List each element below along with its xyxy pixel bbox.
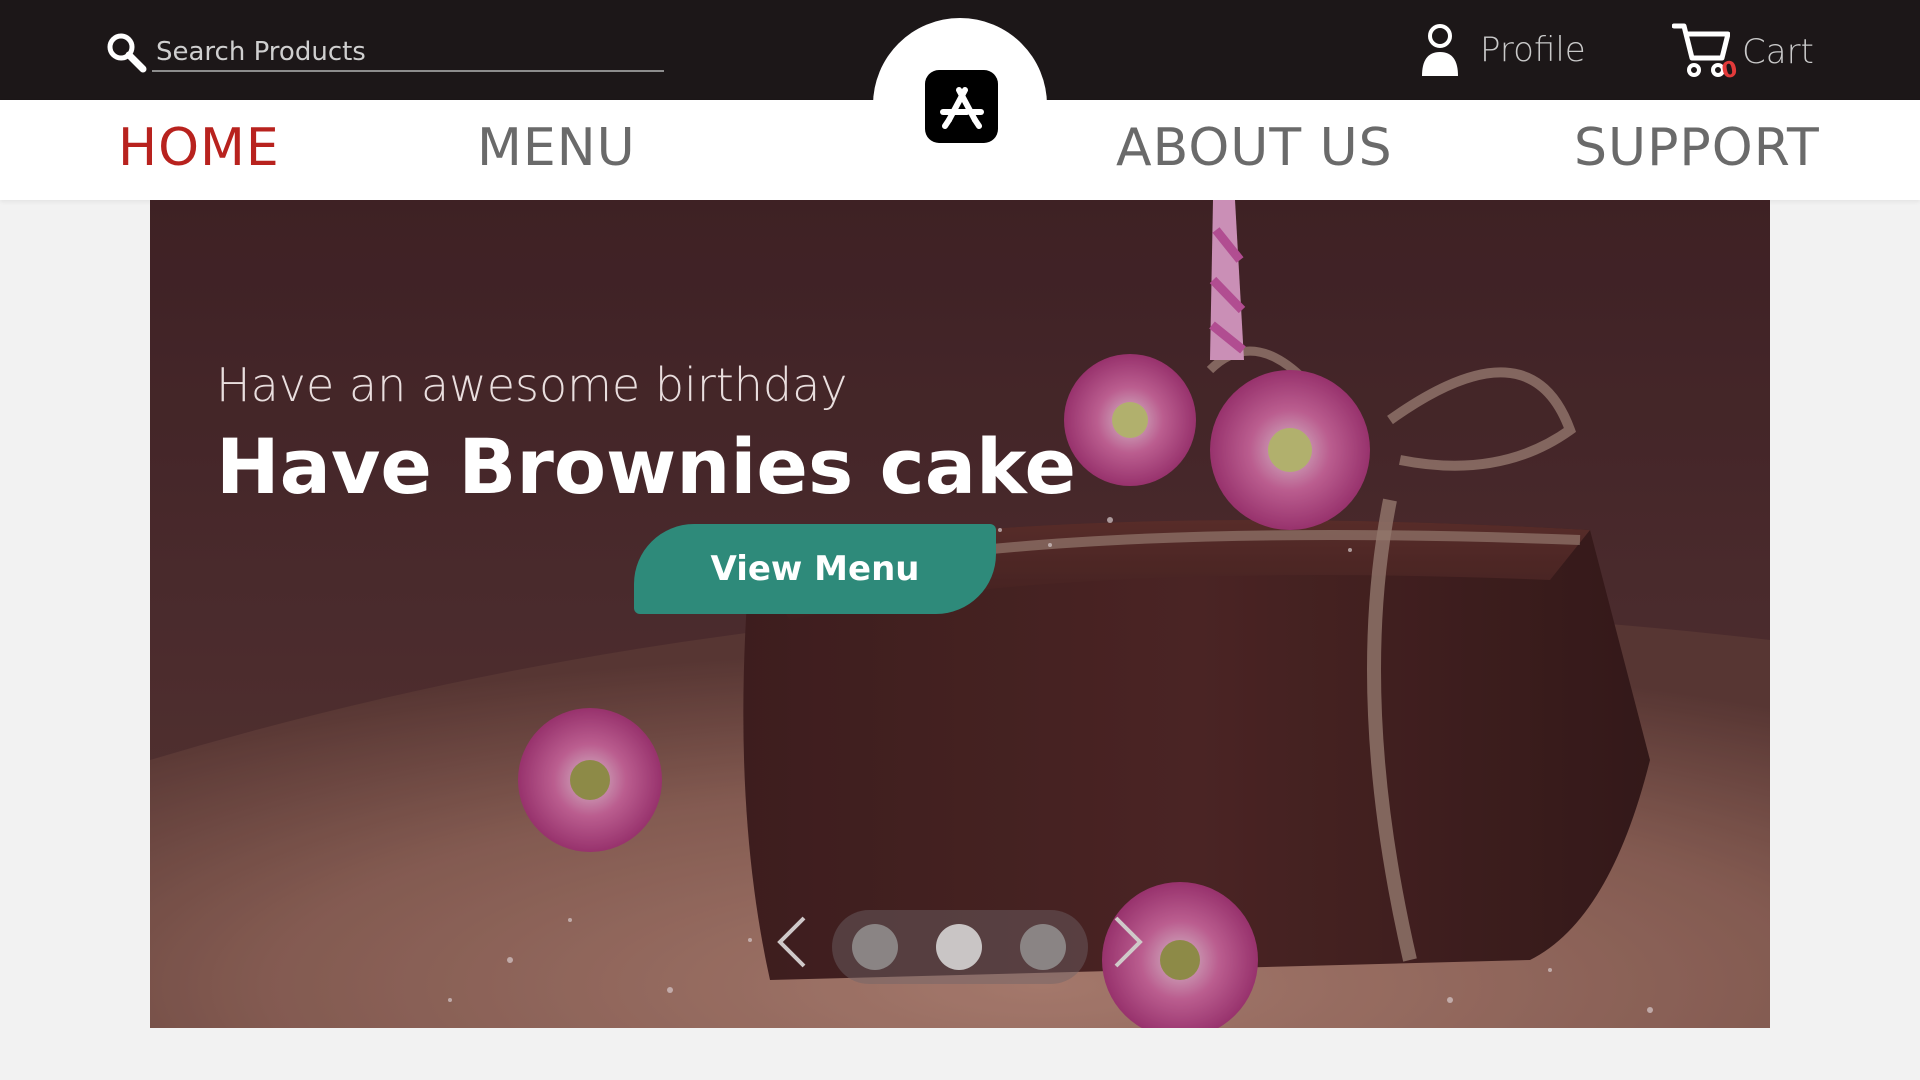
cart-label: Cart xyxy=(1742,32,1814,72)
search-icon[interactable] xyxy=(104,30,148,74)
hero-subtitle: Have an awesome birthday xyxy=(216,358,848,412)
search-input[interactable] xyxy=(152,28,664,72)
nav-about-us[interactable]: ABOUT US xyxy=(1116,118,1393,178)
carousel-dot-3[interactable] xyxy=(1020,924,1066,970)
cart-link[interactable]: 0 Cart xyxy=(1672,20,1814,84)
view-menu-button[interactable]: View Menu xyxy=(634,524,996,614)
cart-icon-wrap: 0 xyxy=(1672,20,1740,84)
user-icon xyxy=(1422,24,1458,76)
carousel-dot-1[interactable] xyxy=(852,924,898,970)
hero-overlay xyxy=(150,200,1770,1028)
profile-label: Profile xyxy=(1480,30,1586,70)
carousel-indicators xyxy=(832,910,1088,984)
chevron-left-icon[interactable] xyxy=(772,912,812,972)
site-logo[interactable] xyxy=(925,70,998,143)
chevron-right-icon[interactable] xyxy=(1108,912,1148,972)
carousel-dot-2[interactable] xyxy=(936,924,982,970)
hero-headline: Have Brownies cake xyxy=(216,422,1077,511)
nav-menu[interactable]: MENU xyxy=(477,118,636,178)
search-box xyxy=(104,28,664,74)
app-store-icon xyxy=(939,86,984,129)
nav-support[interactable]: SUPPORT xyxy=(1574,118,1820,178)
hero-carousel: Have an awesome birthday Have Brownies c… xyxy=(150,200,1770,1028)
profile-link[interactable]: Profile xyxy=(1418,22,1586,78)
nav-home[interactable]: HOME xyxy=(118,118,280,178)
cart-count-badge: 0 xyxy=(1719,56,1740,85)
